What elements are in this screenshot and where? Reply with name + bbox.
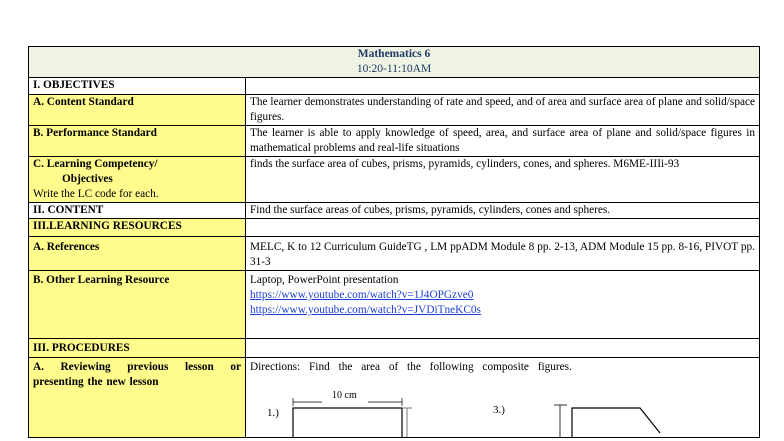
other-resources-materials: Laptop, PowerPoint presentation: [250, 274, 399, 286]
lc-code-instruction: Write the LC code for each.: [33, 188, 159, 200]
figure-3-shape: [571, 407, 661, 437]
composite-figures-drawing: 1.) 10 cm 3.): [267, 390, 661, 437]
content-row: II. CONTENT Find the surface areas of cu…: [28, 202, 761, 219]
other-resources-label: B. Other Learning Resource: [28, 270, 246, 339]
reviewing-cell: Directions: Find the area of the followi…: [244, 357, 761, 438]
content-standard-row: A. Content Standard The learner demonstr…: [28, 94, 761, 126]
subject-title: Mathematics 6: [357, 48, 431, 60]
learning-resources-heading: III.LEARNING RESOURCES: [28, 218, 246, 237]
competency-row: C. Learning Competency/ Objectives Write…: [28, 156, 761, 203]
performance-standard-text: The learner is able to apply knowledge o…: [244, 125, 761, 157]
time-slot: 10:20-11:10AM: [356, 63, 432, 75]
other-resources-row: B. Other Learning Resource Laptop, Power…: [28, 270, 761, 339]
header-row: Mathematics 6 10:20-11:10AM: [27, 46, 761, 78]
performance-standard-row: B. Performance Standard The learner is a…: [28, 125, 761, 157]
lesson-plan-table: Mathematics 6 10:20-11:10AM I. OBJECTIVE…: [27, 46, 761, 438]
composite-figures: 1.) 10 cm 3.): [250, 375, 755, 437]
figure-1-rectangle: [292, 407, 403, 437]
references-text: MELC, K to 12 Curriculum GuideTG , LM pp…: [244, 236, 761, 271]
references-label: A. References: [28, 236, 246, 271]
header-cell: Mathematics 6 10:20-11:10AM: [27, 46, 761, 78]
reviewing-row: A. Reviewing previous lesson or presenti…: [28, 357, 761, 438]
youtube-link-2[interactable]: https://www.youtube.com/watch?v=JVDiTneK…: [250, 303, 755, 318]
youtube-link-1[interactable]: https://www.youtube.com/watch?v=1J4OPGzv…: [250, 288, 755, 303]
lesson-plan-page: { "header": { "subject": "Mathematics 6"…: [0, 0, 784, 441]
competency-label: C. Learning Competency/: [33, 158, 158, 170]
competency-text: finds the surface area of cubes, prisms,…: [244, 156, 761, 203]
content-text: Find the surface areas of cubes, prisms,…: [244, 202, 761, 219]
performance-standard-label: B. Performance Standard: [28, 125, 246, 157]
figure-1-number: 1.): [267, 407, 279, 419]
reviewing-label: A. Reviewing previous lesson or presenti…: [28, 357, 246, 438]
figure-1-dimension: 10 cm: [332, 390, 357, 401]
figure-3-number: 3.): [493, 404, 505, 416]
competency-label-cell: C. Learning Competency/ Objectives Write…: [28, 156, 246, 203]
procedures-row: III. PROCEDURES: [28, 338, 761, 358]
learning-resources-row: III.LEARNING RESOURCES: [28, 218, 761, 237]
procedures-heading: III. PROCEDURES: [28, 338, 246, 358]
learning-resources-empty-cell: [244, 218, 761, 237]
content-label: II. CONTENT: [28, 202, 246, 219]
content-standard-label: A. Content Standard: [28, 94, 246, 126]
objectives-label: Objectives: [62, 173, 113, 185]
references-row: A. References MELC, K to 12 Curriculum G…: [28, 236, 761, 271]
other-resources-cell: Laptop, PowerPoint presentation https://…: [244, 270, 761, 339]
directions-text: Directions: Find the area of the followi…: [250, 361, 572, 373]
objectives-row: I. OBJECTIVES: [28, 77, 761, 95]
content-standard-text: The learner demonstrates understanding o…: [244, 94, 761, 126]
procedures-empty-cell: [244, 338, 761, 358]
objectives-heading: I. OBJECTIVES: [28, 77, 246, 95]
objectives-empty-cell: [244, 77, 761, 95]
